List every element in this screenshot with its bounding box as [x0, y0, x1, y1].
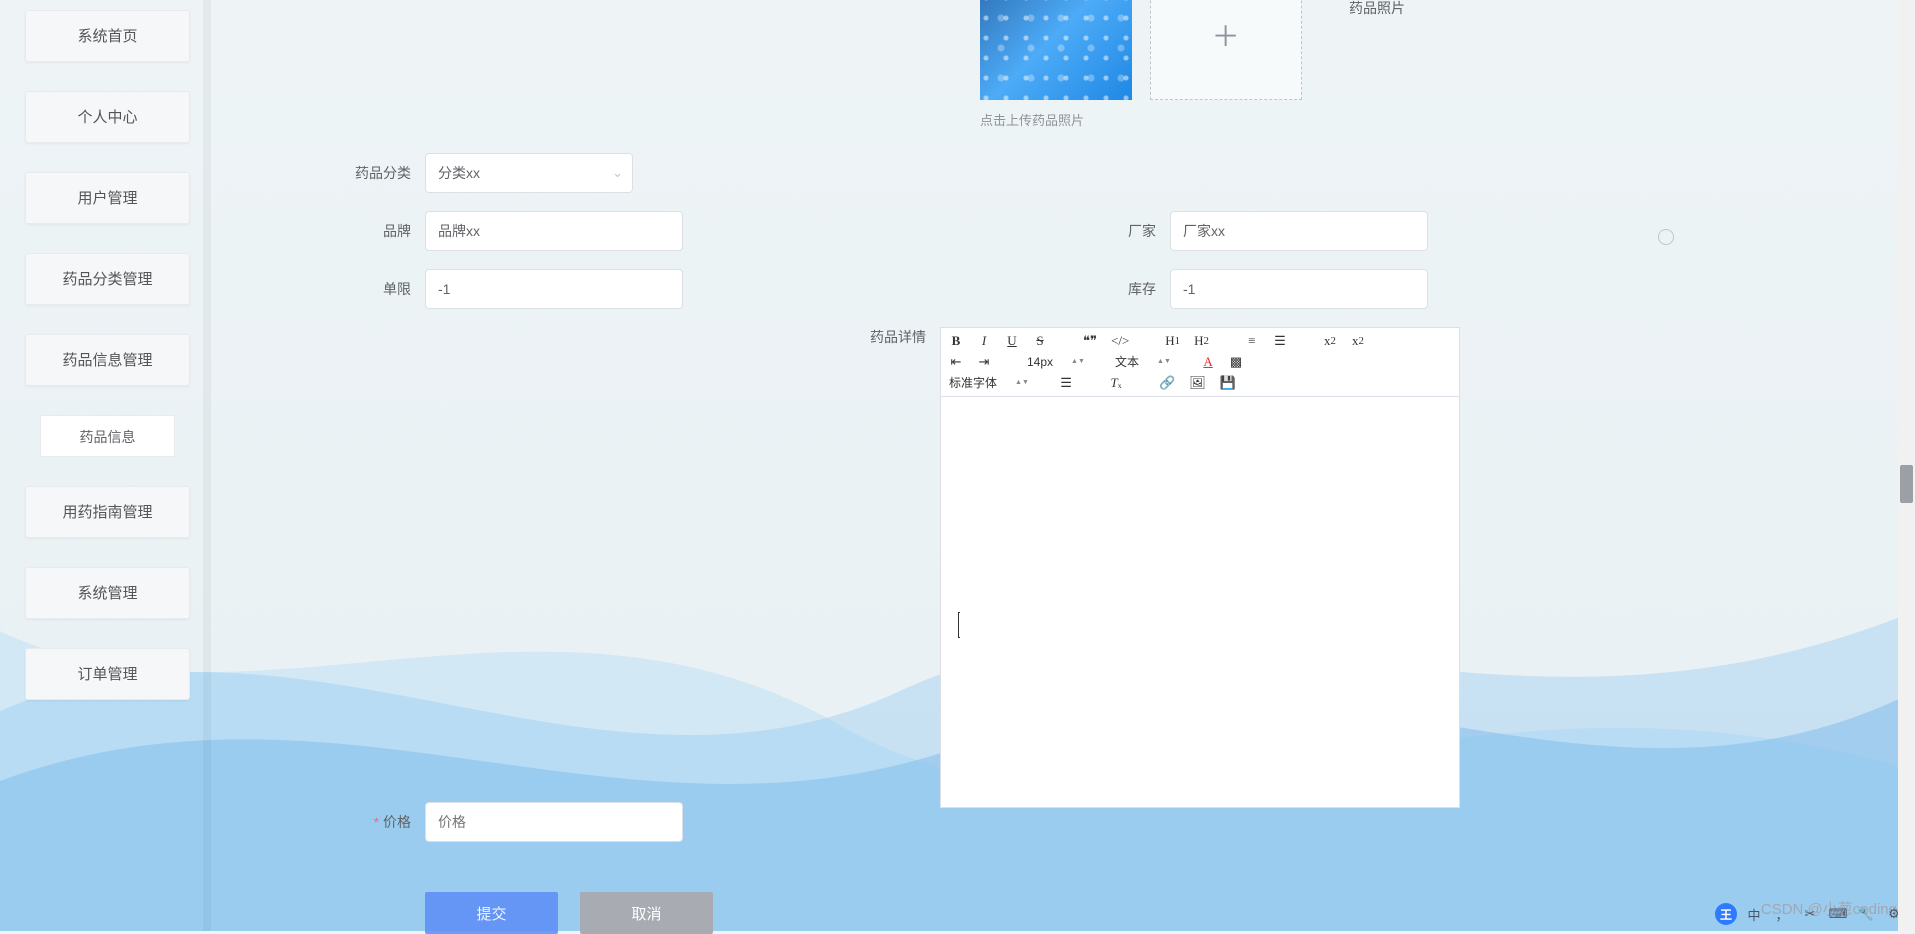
- bg-color-icon[interactable]: ▩: [1229, 354, 1243, 370]
- category-value: 分类xx: [438, 165, 480, 181]
- sidebar-item-label: 药品分类管理: [62, 271, 152, 288]
- save-icon[interactable]: 💾: [1220, 375, 1236, 391]
- h1-icon[interactable]: H1: [1165, 333, 1180, 349]
- text-style-select[interactable]: 文本: [1115, 353, 1165, 370]
- font-family-select[interactable]: 标准字体: [949, 374, 1023, 391]
- radio-option[interactable]: [1658, 229, 1674, 245]
- align-icon[interactable]: ☰: [1059, 375, 1073, 391]
- stock-input[interactable]: [1170, 269, 1428, 309]
- clear-format-icon[interactable]: Tₓ: [1109, 375, 1123, 391]
- image-icon[interactable]: 🖼: [1189, 375, 1206, 391]
- subscript-icon[interactable]: x2: [1323, 333, 1337, 349]
- link-icon[interactable]: 🔗: [1159, 375, 1175, 391]
- page-scrollbar[interactable]: [1898, 0, 1915, 931]
- underline-icon[interactable]: U: [1005, 333, 1019, 349]
- limit-input[interactable]: [425, 269, 683, 309]
- photo-label: 药品照片: [1315, 0, 1405, 18]
- sidebar-sub-label: 药品信息: [80, 429, 136, 445]
- sidebar-item-drug-info[interactable]: 药品信息管理: [25, 334, 190, 386]
- ime-badge[interactable]: 王: [1715, 903, 1737, 925]
- sidebar-item-drug-category[interactable]: 药品分类管理: [25, 253, 190, 305]
- sidebar-item-label: 药品信息管理: [62, 352, 152, 369]
- stock-label: 库存: [1020, 279, 1170, 299]
- sidebar-item-guide[interactable]: 用药指南管理: [25, 486, 190, 538]
- main-form: 药品照片 ＋ 点击上传药品照片 药品分类 分类xx ⌄ 品牌: [230, 0, 1880, 931]
- upload-hint: 点击上传药品照片: [980, 110, 1084, 129]
- unordered-list-icon[interactable]: ☰: [1273, 333, 1287, 349]
- bold-icon[interactable]: B: [949, 333, 963, 349]
- superscript-icon[interactable]: x2: [1351, 333, 1365, 349]
- category-select[interactable]: 分类xx: [425, 153, 633, 193]
- plus-icon: ＋: [1212, 15, 1240, 55]
- manufacturer-input[interactable]: [1170, 211, 1428, 251]
- brand-input[interactable]: [425, 211, 683, 251]
- detail-label: 药品详情: [790, 327, 940, 347]
- sidebar-item-orders[interactable]: 订单管理: [25, 648, 190, 700]
- strike-icon[interactable]: S: [1033, 333, 1047, 349]
- cancel-button[interactable]: 取消: [580, 892, 713, 934]
- limit-label: 单限: [230, 279, 425, 299]
- scrollbar-thumb[interactable]: [1900, 465, 1913, 503]
- tool-icon[interactable]: 🔧: [1855, 903, 1877, 925]
- text-cursor-icon: [958, 612, 960, 638]
- category-label: 药品分类: [230, 163, 425, 183]
- font-size-select[interactable]: 14px: [1027, 355, 1079, 369]
- indent-icon[interactable]: ⇥: [977, 354, 991, 370]
- sidebar-item-users[interactable]: 用户管理: [25, 172, 190, 224]
- price-input[interactable]: [425, 802, 683, 842]
- code-icon[interactable]: </>: [1111, 333, 1129, 349]
- sidebar-item-label: 系统首页: [77, 28, 137, 45]
- sidebar-sub-drug-info[interactable]: 药品信息: [40, 415, 175, 457]
- quote-icon[interactable]: ❝❞: [1083, 333, 1097, 349]
- brand-label: 品牌: [230, 221, 425, 241]
- editor-toolbar: B I U S ❝❞ </> H1 H2 ≡ ☰ x2 x2: [941, 328, 1459, 397]
- ordered-list-icon[interactable]: ≡: [1245, 333, 1259, 349]
- form-actions: 提交 取消: [425, 892, 1880, 934]
- editor-content[interactable]: [941, 397, 1459, 807]
- sidebar-item-label: 订单管理: [77, 666, 137, 683]
- price-label: 价格: [230, 812, 425, 832]
- upload-photo-box[interactable]: ＋: [1150, 0, 1302, 100]
- sidebar-item-home[interactable]: 系统首页: [25, 10, 190, 62]
- scissors-icon[interactable]: ✂: [1799, 903, 1821, 925]
- rich-text-editor: B I U S ❝❞ </> H1 H2 ≡ ☰ x2 x2: [940, 327, 1460, 808]
- system-taskbar: 王 中 ， ✂ ⌨ 🔧 ⚙: [1715, 903, 1905, 925]
- text-color-icon[interactable]: A: [1201, 354, 1215, 370]
- manufacturer-label: 厂家: [1020, 221, 1170, 241]
- submit-button[interactable]: 提交: [425, 892, 558, 934]
- h2-icon[interactable]: H2: [1194, 333, 1209, 349]
- outdent-icon[interactable]: ⇤: [949, 354, 963, 370]
- sidebar-item-label: 用药指南管理: [62, 504, 152, 521]
- sidebar-item-label: 系统管理: [77, 585, 137, 602]
- drug-image-preview[interactable]: [980, 0, 1132, 100]
- keyboard-icon[interactable]: ⌨: [1827, 903, 1849, 925]
- ime-language[interactable]: 中: [1743, 903, 1765, 925]
- sidebar-item-system[interactable]: 系统管理: [25, 567, 190, 619]
- sidebar: 系统首页 个人中心 用户管理 药品分类管理 药品信息管理 药品信息 用药指南管理…: [10, 10, 205, 729]
- sidebar-item-label: 个人中心: [77, 109, 137, 126]
- ime-punct-icon[interactable]: ，: [1771, 903, 1793, 925]
- sidebar-item-profile[interactable]: 个人中心: [25, 91, 190, 143]
- italic-icon[interactable]: I: [977, 333, 991, 349]
- sidebar-item-label: 用户管理: [77, 190, 137, 207]
